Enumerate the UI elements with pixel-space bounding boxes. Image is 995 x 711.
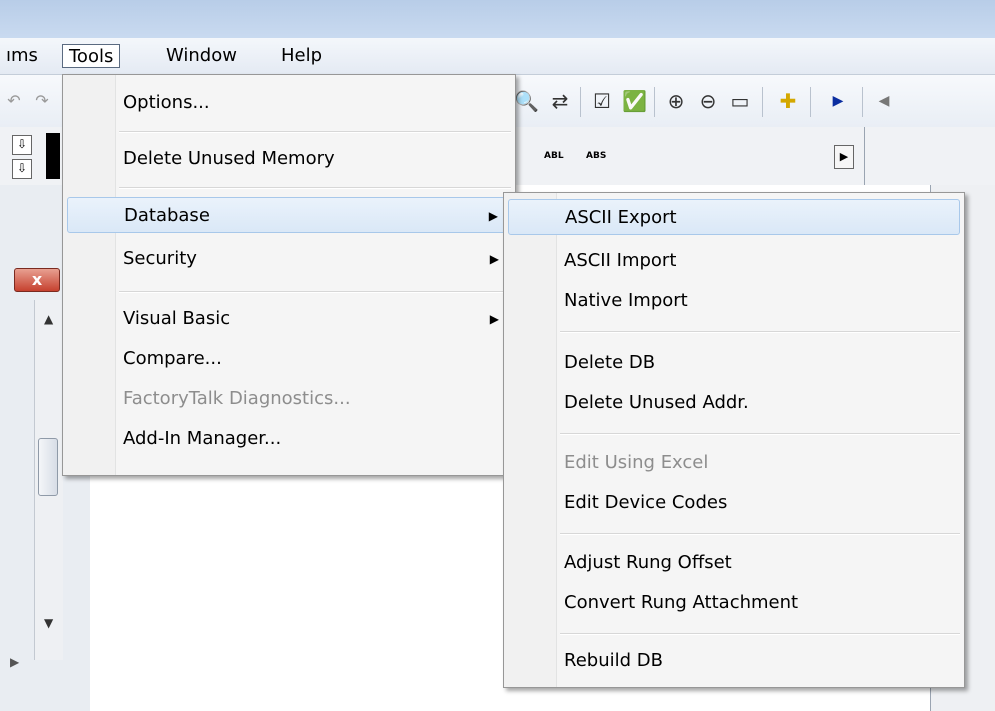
- database-submenu: ASCII Export ASCII Import Native Import …: [503, 192, 965, 688]
- menu-item-compare[interactable]: Compare...: [67, 341, 511, 377]
- back-icon[interactable]: ◀: [872, 89, 896, 113]
- download-icon[interactable]: ⇩: [12, 159, 32, 179]
- menu-tools[interactable]: Tools: [62, 44, 121, 68]
- find-icon[interactable]: 🔍: [514, 89, 539, 113]
- menu-item-factorytalk-diagnostics: FactoryTalk Diagnostics...: [123, 388, 351, 409]
- tools-menu: Options... Delete Unused Memory Database…: [62, 74, 516, 476]
- scroll-thumb[interactable]: [38, 438, 58, 496]
- undo-icon[interactable]: ↶: [2, 89, 26, 113]
- menu-item-ascii-export[interactable]: ASCII Export: [508, 199, 960, 235]
- add-rung-icon[interactable]: ✚: [776, 89, 800, 113]
- menu-item-options[interactable]: Options...: [67, 85, 511, 121]
- abs-instruction[interactable]: ABS: [586, 151, 606, 161]
- menu-help[interactable]: Help: [275, 44, 328, 68]
- menu-bar: ıms Tools Window Help: [0, 38, 995, 75]
- scroll-up-icon[interactable]: ▲: [44, 312, 53, 326]
- menu-item-delete-unused-addr[interactable]: Delete Unused Addr.: [508, 385, 960, 421]
- menu-item-native-import[interactable]: Native Import: [508, 283, 960, 319]
- submenu-arrow-icon: ▶: [488, 209, 498, 223]
- menu-item-visual-basic[interactable]: Visual Basic ▶: [67, 301, 511, 337]
- menu-item-rebuild-db[interactable]: Rebuild DB: [508, 643, 960, 679]
- scroll-left-icon[interactable]: ▶: [10, 655, 19, 669]
- replace-icon[interactable]: ⇄: [548, 89, 572, 113]
- menu-item-security[interactable]: Security ▶: [67, 241, 511, 277]
- menu-item-convert-rung-attachment[interactable]: Convert Rung Attachment: [508, 585, 960, 621]
- verify-project-icon[interactable]: ✅: [622, 89, 647, 113]
- menu-item-add-in-manager[interactable]: Add-In Manager...: [67, 421, 511, 457]
- menu-item-edit-device-codes[interactable]: Edit Device Codes: [508, 485, 960, 521]
- submenu-arrow-icon: ▶: [489, 312, 499, 326]
- window-icon[interactable]: ▭: [728, 89, 752, 113]
- menu-item-adjust-rung-offset[interactable]: Adjust Rung Offset: [508, 545, 960, 581]
- redo-icon[interactable]: ↷: [30, 89, 54, 113]
- zoom-in-icon[interactable]: ⊕: [664, 89, 688, 113]
- download-icon[interactable]: ⇩: [12, 135, 32, 155]
- abl-instruction[interactable]: ABL: [544, 151, 564, 161]
- scroll-down-icon[interactable]: ▼: [44, 616, 53, 630]
- menu-item-delete-db[interactable]: Delete DB: [508, 345, 960, 381]
- zoom-out-icon[interactable]: ⊖: [696, 89, 720, 113]
- status-block: [46, 133, 60, 179]
- menu-programs[interactable]: ıms: [0, 44, 44, 68]
- play-icon[interactable]: ▶: [826, 89, 850, 113]
- menu-window[interactable]: Window: [160, 44, 243, 68]
- menu-item-delete-unused-memory[interactable]: Delete Unused Memory: [67, 141, 511, 177]
- close-icon[interactable]: x: [14, 268, 60, 292]
- submenu-arrow-icon: ▶: [489, 252, 499, 266]
- window-titlebar: [0, 0, 995, 38]
- verify-file-icon[interactable]: ☑: [590, 89, 614, 113]
- scroll-right-icon[interactable]: ▶: [834, 145, 854, 169]
- menu-item-ascii-import[interactable]: ASCII Import: [508, 243, 960, 279]
- menu-item-database[interactable]: Database ▶: [67, 197, 511, 233]
- menu-item-edit-using-excel: Edit Using Excel: [564, 452, 709, 473]
